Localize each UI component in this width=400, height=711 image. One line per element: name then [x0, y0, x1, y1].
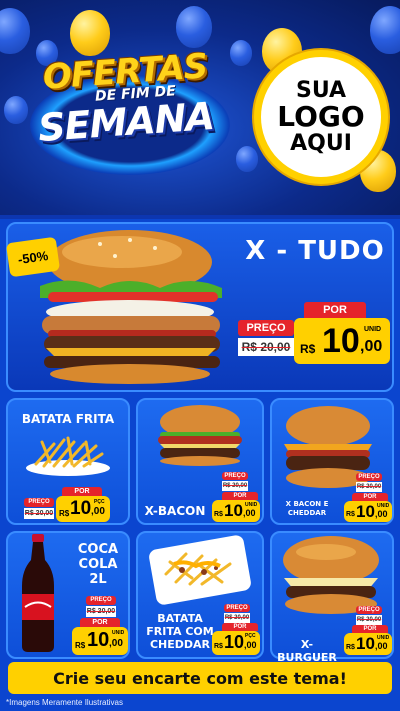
logo-text-1: SUA [295, 78, 347, 104]
flyer-page: OFERTAS DE FIM DE SEMANA SUA LOGO AQUI -… [0, 0, 400, 711]
item-price: R$ 10 ,00 UNID [344, 501, 392, 522]
currency: R$ [346, 511, 355, 518]
price-cents: ,00 [91, 506, 105, 517]
discount-badge: -50% [5, 236, 61, 278]
balloon-icon [236, 146, 258, 172]
item-price: R$ 10 ,00 PÇC [56, 496, 110, 522]
item-name: X-BACON [144, 504, 206, 518]
item-price: R$ 10 ,00 UNID [72, 627, 128, 655]
disclaimer-note: *Imagens Meramente Ilustrativas [6, 698, 123, 707]
old-price: R$ 20,00 [224, 613, 250, 623]
old-price: R$ 20,00 [86, 606, 116, 617]
price-unit: UNID [245, 502, 258, 508]
logo-placeholder: SUA LOGO AQUI [254, 50, 388, 184]
price-cents: ,00 [360, 338, 383, 355]
burger-image [283, 536, 379, 614]
cta-banner[interactable]: Crie seu encarte com este tema! [8, 662, 392, 694]
featured-price: R$ 10 ,00 UNID [294, 318, 390, 364]
price-value: 10 [224, 632, 245, 652]
price-unit: PÇC [245, 633, 256, 639]
price-cents: ,00 [109, 638, 123, 649]
preco-label: PREÇO [24, 498, 54, 507]
por-label: POR [62, 487, 102, 496]
currency: R$ [346, 644, 355, 651]
item-price: R$ 10 ,00 PÇC [212, 631, 260, 655]
por-label: POR [304, 302, 366, 318]
old-price: R$ 20,00 [356, 482, 382, 492]
por-label: POR [352, 625, 388, 633]
header: OFERTAS DE FIM DE SEMANA SUA LOGO AQUI [0, 0, 400, 215]
old-price: R$ 20,00 [238, 338, 294, 356]
currency: R$ [59, 509, 70, 518]
currency: R$ [75, 641, 86, 650]
balloon-icon [4, 96, 28, 124]
por-label: POR [222, 492, 258, 500]
currency: R$ [300, 342, 316, 356]
currency: R$ [214, 643, 223, 650]
logo-text-3: AQUI [290, 130, 352, 156]
preco-label: PREÇO [86, 596, 116, 605]
price-cents: ,00 [243, 508, 256, 518]
item-name: X BACON E CHEDDAR [285, 500, 329, 517]
balloon-icon [0, 8, 30, 54]
preco-label: PREÇO [356, 606, 382, 614]
price-value: 10 [356, 634, 375, 653]
old-price: R$ 20,00 [222, 481, 248, 491]
item-name: X-BURGUER [277, 638, 337, 664]
price-cents: ,00 [375, 641, 388, 651]
balloon-icon [70, 10, 110, 56]
price-cents: ,00 [375, 509, 388, 519]
old-price: R$ 20,00 [356, 615, 382, 625]
featured-name: X - TUDO [245, 236, 385, 266]
old-price: R$ 20,00 [24, 508, 54, 519]
logo-text-2: LOGO [277, 100, 365, 134]
balloon-icon [370, 6, 400, 54]
currency: R$ [214, 511, 223, 518]
preco-label: PREÇO [356, 473, 382, 481]
price-value: 10 [356, 502, 375, 521]
price-unit: PÇC [94, 499, 105, 505]
item-price: R$ 10 ,00 UNID [344, 633, 392, 655]
price-unit: UNID [112, 630, 125, 636]
item-name: BATATA FRITA COM CHEDDAR [146, 612, 214, 651]
price-value: 10 [224, 501, 243, 520]
burger-image [158, 405, 242, 466]
price-value: 10 [70, 498, 92, 519]
price-unit: UNID [377, 503, 390, 509]
fries-image [26, 436, 110, 476]
preco-label: PREÇO [224, 604, 250, 612]
burger-image [40, 230, 222, 384]
item-name: BATATA FRITA [21, 412, 115, 426]
soda-bottle-image [22, 534, 54, 652]
item-price: R$ 10 ,00 UNID [212, 500, 260, 522]
item-name: COCA COLA 2L [77, 542, 119, 587]
price-cents: ,00 [244, 640, 257, 650]
balloon-icon [176, 6, 212, 48]
price-unit: UNID [377, 635, 390, 641]
preco-label: PREÇO [222, 472, 248, 480]
por-label: POR [352, 493, 388, 501]
por-label: POR [80, 618, 120, 627]
price-value: 10 [87, 629, 110, 651]
fries-image [149, 535, 251, 605]
price-unit: UNID [364, 326, 382, 333]
por-label: POR [222, 623, 258, 631]
price-value: 10 [322, 322, 360, 360]
preco-label: PREÇO [238, 320, 294, 336]
balloon-icon [230, 40, 252, 66]
